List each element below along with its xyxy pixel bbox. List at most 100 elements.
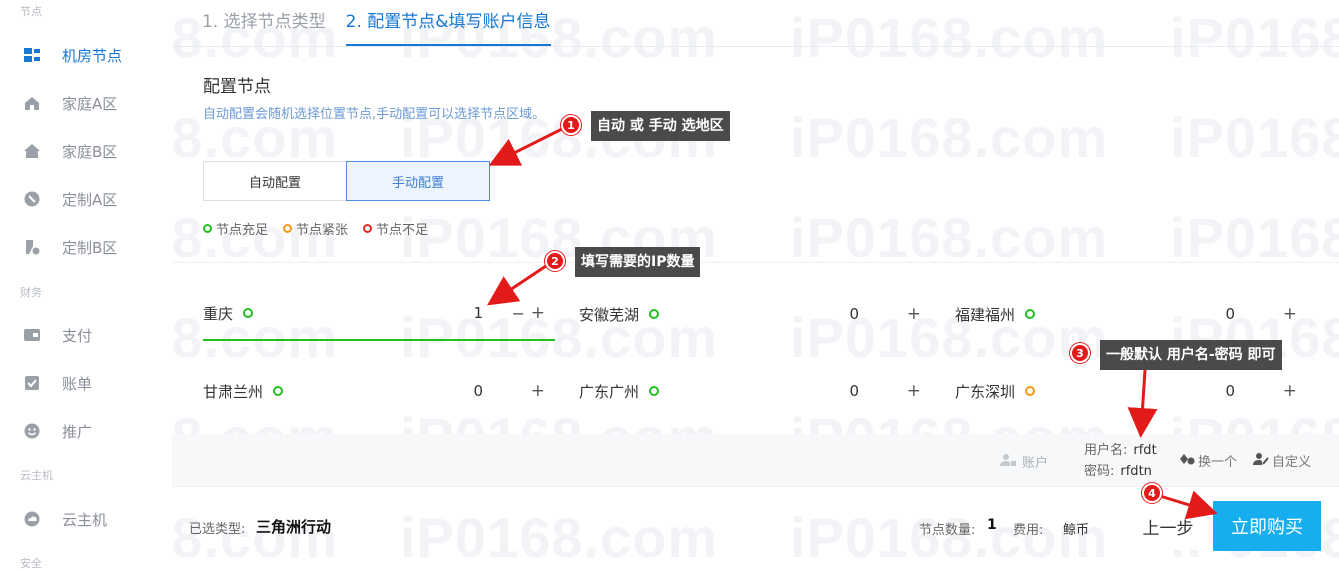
- sidebar-section-security: 安全: [20, 557, 42, 569]
- selected-type-value: 三角洲行动: [256, 518, 332, 536]
- plus-icon[interactable]: +: [907, 381, 921, 401]
- account-label: 账户: [1000, 452, 1048, 471]
- sidebar-section-cloud: 云主机: [20, 469, 53, 482]
- password-value[interactable]: rfdtn: [1120, 464, 1152, 479]
- plus-icon[interactable]: +: [531, 381, 545, 401]
- plus-icon[interactable]: +: [531, 303, 545, 323]
- node-quantity[interactable]: 0: [1225, 382, 1235, 400]
- account-bar: [172, 434, 1339, 486]
- custom-account-button[interactable]: 自定义: [1253, 451, 1311, 470]
- green-status-dot: [649, 309, 660, 319]
- sidebar-item-label: 云主机: [62, 510, 108, 529]
- sidebar-item-label: 机房节点: [62, 46, 123, 65]
- node-quantity[interactable]: 1: [473, 304, 483, 322]
- house-b-icon: [22, 141, 42, 161]
- sidebar: 节点 机房节点 家庭A区 家庭B区 定制A区 定制B区 财务 支付 账单 推广 …: [0, 0, 172, 569]
- sidebar-item-server-room[interactable]: 机房节点: [0, 35, 172, 75]
- step-select-type[interactable]: 1. 选择节点类型: [202, 0, 326, 46]
- sidebar-section-nodes: 节点: [20, 5, 42, 18]
- change-account-label: 换一个: [1198, 455, 1238, 470]
- sidebar-item-house-b[interactable]: 家庭B区: [0, 131, 172, 171]
- node-item: 安徽芜湖 0 +: [579, 287, 931, 341]
- manual-config-button[interactable]: 手动配置: [346, 161, 490, 201]
- custom-a-icon: [22, 189, 42, 209]
- green-status-dot: [243, 308, 254, 318]
- annotation-badge-2: 2: [545, 251, 565, 271]
- minus-icon[interactable]: −: [512, 304, 525, 323]
- annotation-badge-3: 3: [1070, 343, 1090, 363]
- green-status-dot: [203, 224, 212, 233]
- orange-status-dot: [283, 224, 293, 233]
- section-title: 配置节点: [203, 77, 271, 97]
- legend-sufficient: 节点充足: [203, 219, 268, 238]
- node-quantity[interactable]: 0: [473, 382, 483, 400]
- sidebar-item-label: 定制A区: [62, 190, 118, 209]
- sidebar-item-label: 支付: [62, 326, 93, 345]
- plus-icon[interactable]: +: [907, 304, 921, 324]
- annotation-tip-2: 填写需要的IP数量: [575, 247, 701, 277]
- legend-label: 节点不足: [376, 223, 429, 238]
- username-value[interactable]: rfdt: [1133, 443, 1156, 458]
- annotation-badge-1: 1: [561, 115, 581, 135]
- red-status-dot: [363, 224, 373, 233]
- fee-value: 鲸币: [1063, 523, 1090, 538]
- green-status-dot: [1025, 309, 1036, 319]
- legend-label: 节点充足: [216, 223, 269, 238]
- step-configure-nodes[interactable]: 2. 配置节点&填写账户信息: [345, 0, 551, 46]
- node-quantity[interactable]: 0: [849, 382, 859, 400]
- plus-icon[interactable]: +: [1283, 304, 1297, 324]
- legend-insufficient: 节点不足: [363, 219, 428, 238]
- account-credentials: 用户名: rfdt 密码: rfdtn: [1084, 440, 1157, 482]
- previous-step-button[interactable]: 上一步: [1124, 502, 1212, 550]
- orange-status-dot: [1025, 386, 1036, 396]
- user-lock-icon: [1000, 453, 1016, 471]
- cloud-icon: [22, 509, 42, 529]
- custom-b-icon: [22, 237, 42, 257]
- sidebar-item-label: 定制B区: [62, 238, 118, 257]
- sidebar-item-payment[interactable]: 支付: [0, 315, 172, 355]
- sidebar-item-custom-b[interactable]: 定制B区: [0, 227, 172, 267]
- buy-now-button[interactable]: 立即购买: [1213, 501, 1321, 551]
- node-quantity[interactable]: 0: [1225, 305, 1235, 323]
- change-account-button[interactable]: 换一个: [1179, 451, 1237, 470]
- sidebar-item-promote[interactable]: 推广: [0, 411, 172, 451]
- custom-account-label: 自定义: [1272, 455, 1312, 470]
- node-name: 重庆: [203, 304, 234, 323]
- sidebar-item-label: 推广: [62, 422, 93, 441]
- node-name: 广东深圳: [955, 382, 1016, 401]
- bill-icon: [22, 373, 42, 393]
- sidebar-item-house-a[interactable]: 家庭A区: [0, 83, 172, 123]
- promote-icon: [22, 421, 42, 441]
- sidebar-item-cloud-host[interactable]: 云主机: [0, 499, 172, 539]
- main-content: 1. 选择节点类型 2. 配置节点&填写账户信息 配置节点 自动配置会随机选择位…: [172, 0, 1339, 569]
- house-a-icon: [22, 93, 42, 113]
- sidebar-item-label: 账单: [62, 374, 93, 393]
- divider: [172, 262, 1339, 263]
- sidebar-item-label: 家庭B区: [62, 142, 118, 161]
- sidebar-item-bill[interactable]: 账单: [0, 363, 172, 403]
- plus-icon[interactable]: +: [1283, 381, 1297, 401]
- node-item: 广东深圳 0 +: [955, 364, 1307, 418]
- node-quantity[interactable]: 0: [849, 305, 859, 323]
- status-legend: 节点充足 节点紧张 节点不足: [203, 219, 443, 238]
- legend-label: 节点紧张: [296, 223, 349, 238]
- server-room-icon: [22, 45, 42, 65]
- divider: [172, 486, 1339, 487]
- node-item: 重庆 1 − +: [203, 287, 555, 341]
- annotation-badge-4: 4: [1142, 483, 1162, 503]
- auto-config-button[interactable]: 自动配置: [203, 161, 347, 201]
- node-name: 广东广州: [579, 382, 640, 401]
- node-item: 福建福州 0 +: [955, 287, 1307, 341]
- sidebar-item-custom-a[interactable]: 定制A区: [0, 179, 172, 219]
- user-edit-icon: [1253, 452, 1269, 470]
- annotation-tip-3: 一般默认 用户名-密码 即可: [1100, 340, 1282, 370]
- fee-label: 费用:: [1013, 523, 1044, 538]
- account-label-text: 账户: [1022, 456, 1049, 471]
- sidebar-section-finance: 财务: [20, 286, 42, 299]
- node-item: 广东广州 0 +: [579, 364, 931, 418]
- green-status-dot: [649, 386, 660, 396]
- selected-type-label: 已选类型:: [189, 522, 246, 537]
- username-label: 用户名:: [1084, 443, 1128, 458]
- password-label: 密码:: [1084, 464, 1115, 479]
- section-description: 自动配置会随机选择位置节点,手动配置可以选择节点区域。: [203, 107, 546, 122]
